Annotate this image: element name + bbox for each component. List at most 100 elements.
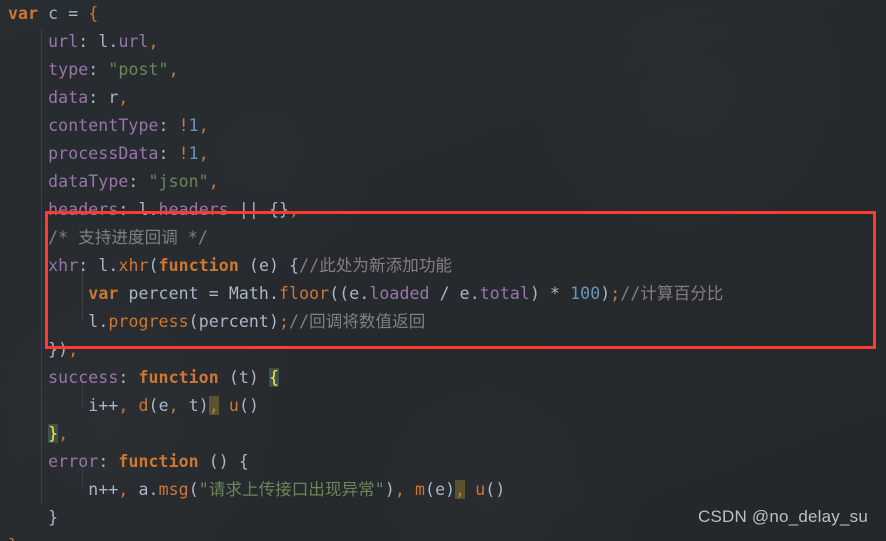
- code-line[interactable]: xhr: l.xhr(function (e) {//此处为新添加功能: [0, 252, 886, 280]
- code-line[interactable]: success: function (t) {: [0, 364, 886, 392]
- code-token: }: [48, 424, 59, 443]
- code-token: percent: [198, 312, 269, 331]
- code-token: .: [469, 284, 480, 303]
- code-token: function: [138, 368, 219, 387]
- code-token: i: [88, 396, 99, 415]
- code-line[interactable]: data: r,: [0, 84, 886, 112]
- code-token: :: [88, 60, 99, 79]
- code-token: var: [88, 284, 119, 303]
- code-token: "请求上传接口出现异常": [198, 480, 385, 499]
- code-line[interactable]: dataType: "json",: [0, 168, 886, 196]
- code-token: t: [238, 368, 249, 387]
- code-token: ||: [238, 200, 259, 219]
- code-line[interactable]: }),: [0, 336, 886, 364]
- code-token: function: [158, 256, 239, 275]
- code-line[interactable]: l.progress(percent);//回调将数值返回: [0, 308, 886, 336]
- code-token: ): [384, 480, 395, 499]
- code-token: headers: [48, 200, 119, 219]
- code-line[interactable]: var percent = Math.floor((e.loaded / e.t…: [0, 280, 886, 308]
- code-token: e: [435, 480, 446, 499]
- code-token: url: [48, 32, 79, 51]
- code-token: u: [475, 480, 486, 499]
- code-token: 1: [188, 144, 199, 163]
- code-token: xhr: [48, 256, 79, 275]
- csdn-watermark: CSDN @no_delay_su: [698, 507, 868, 526]
- code-token: e: [459, 284, 470, 303]
- code-token: =: [68, 4, 79, 23]
- code-token: ,: [168, 396, 179, 415]
- code-line[interactable]: i++, d(e, t), u(): [0, 392, 886, 420]
- code-token: ,: [208, 396, 219, 415]
- code-token: (: [425, 480, 436, 499]
- code-token: ): [268, 312, 279, 331]
- code-token: ,: [208, 172, 219, 191]
- code-token: {: [238, 452, 249, 471]
- code-line[interactable]: type: "post",: [0, 56, 886, 84]
- code-line[interactable]: };: [0, 532, 886, 541]
- code-token: r: [108, 88, 119, 107]
- code-token: .: [98, 312, 109, 331]
- code-token: .: [108, 256, 119, 275]
- code-line[interactable]: error: function () {: [0, 448, 886, 476]
- code-line[interactable]: headers: l.headers || {},: [0, 196, 886, 224]
- code-token: l: [98, 32, 109, 51]
- code-token: :: [78, 256, 89, 275]
- code-token: :: [118, 368, 129, 387]
- code-token: loaded: [369, 284, 430, 303]
- code-block[interactable]: var c = { url: l.url, type: "post", data…: [0, 0, 886, 541]
- code-line[interactable]: },: [0, 420, 886, 448]
- code-token: }: [48, 508, 59, 527]
- code-token: (: [148, 396, 159, 415]
- code-token: "post": [108, 60, 169, 79]
- code-token: (): [238, 396, 260, 415]
- code-token: ,: [118, 88, 129, 107]
- code-token: .: [108, 32, 119, 51]
- code-line[interactable]: contentType: !1,: [0, 112, 886, 140]
- code-line[interactable]: n++, a.msg("请求上传接口出现异常"), m(e), u(): [0, 476, 886, 504]
- code-token: :: [158, 116, 169, 135]
- code-token: ++: [98, 480, 119, 499]
- code-token: (: [188, 480, 199, 499]
- code-token: .: [148, 200, 159, 219]
- code-token: .: [148, 480, 159, 499]
- code-token: c: [48, 4, 59, 23]
- code-token: ;: [18, 536, 28, 541]
- code-line[interactable]: /* 支持进度回调 */: [0, 224, 886, 252]
- code-token: ,: [68, 340, 79, 359]
- code-token: ,: [118, 480, 129, 499]
- code-token: a: [138, 480, 149, 499]
- code-token: :: [98, 452, 109, 471]
- code-token: ++: [98, 396, 119, 415]
- code-token: ): [600, 284, 611, 303]
- code-token: success: [48, 368, 119, 387]
- code-line[interactable]: url: l.url,: [0, 28, 886, 56]
- code-token: var: [8, 4, 39, 23]
- code-line[interactable]: var c = {: [0, 0, 886, 28]
- code-token: :: [88, 88, 99, 107]
- code-line[interactable]: processData: !1,: [0, 140, 886, 168]
- code-token: 1: [188, 116, 199, 135]
- code-token: Math: [228, 284, 269, 303]
